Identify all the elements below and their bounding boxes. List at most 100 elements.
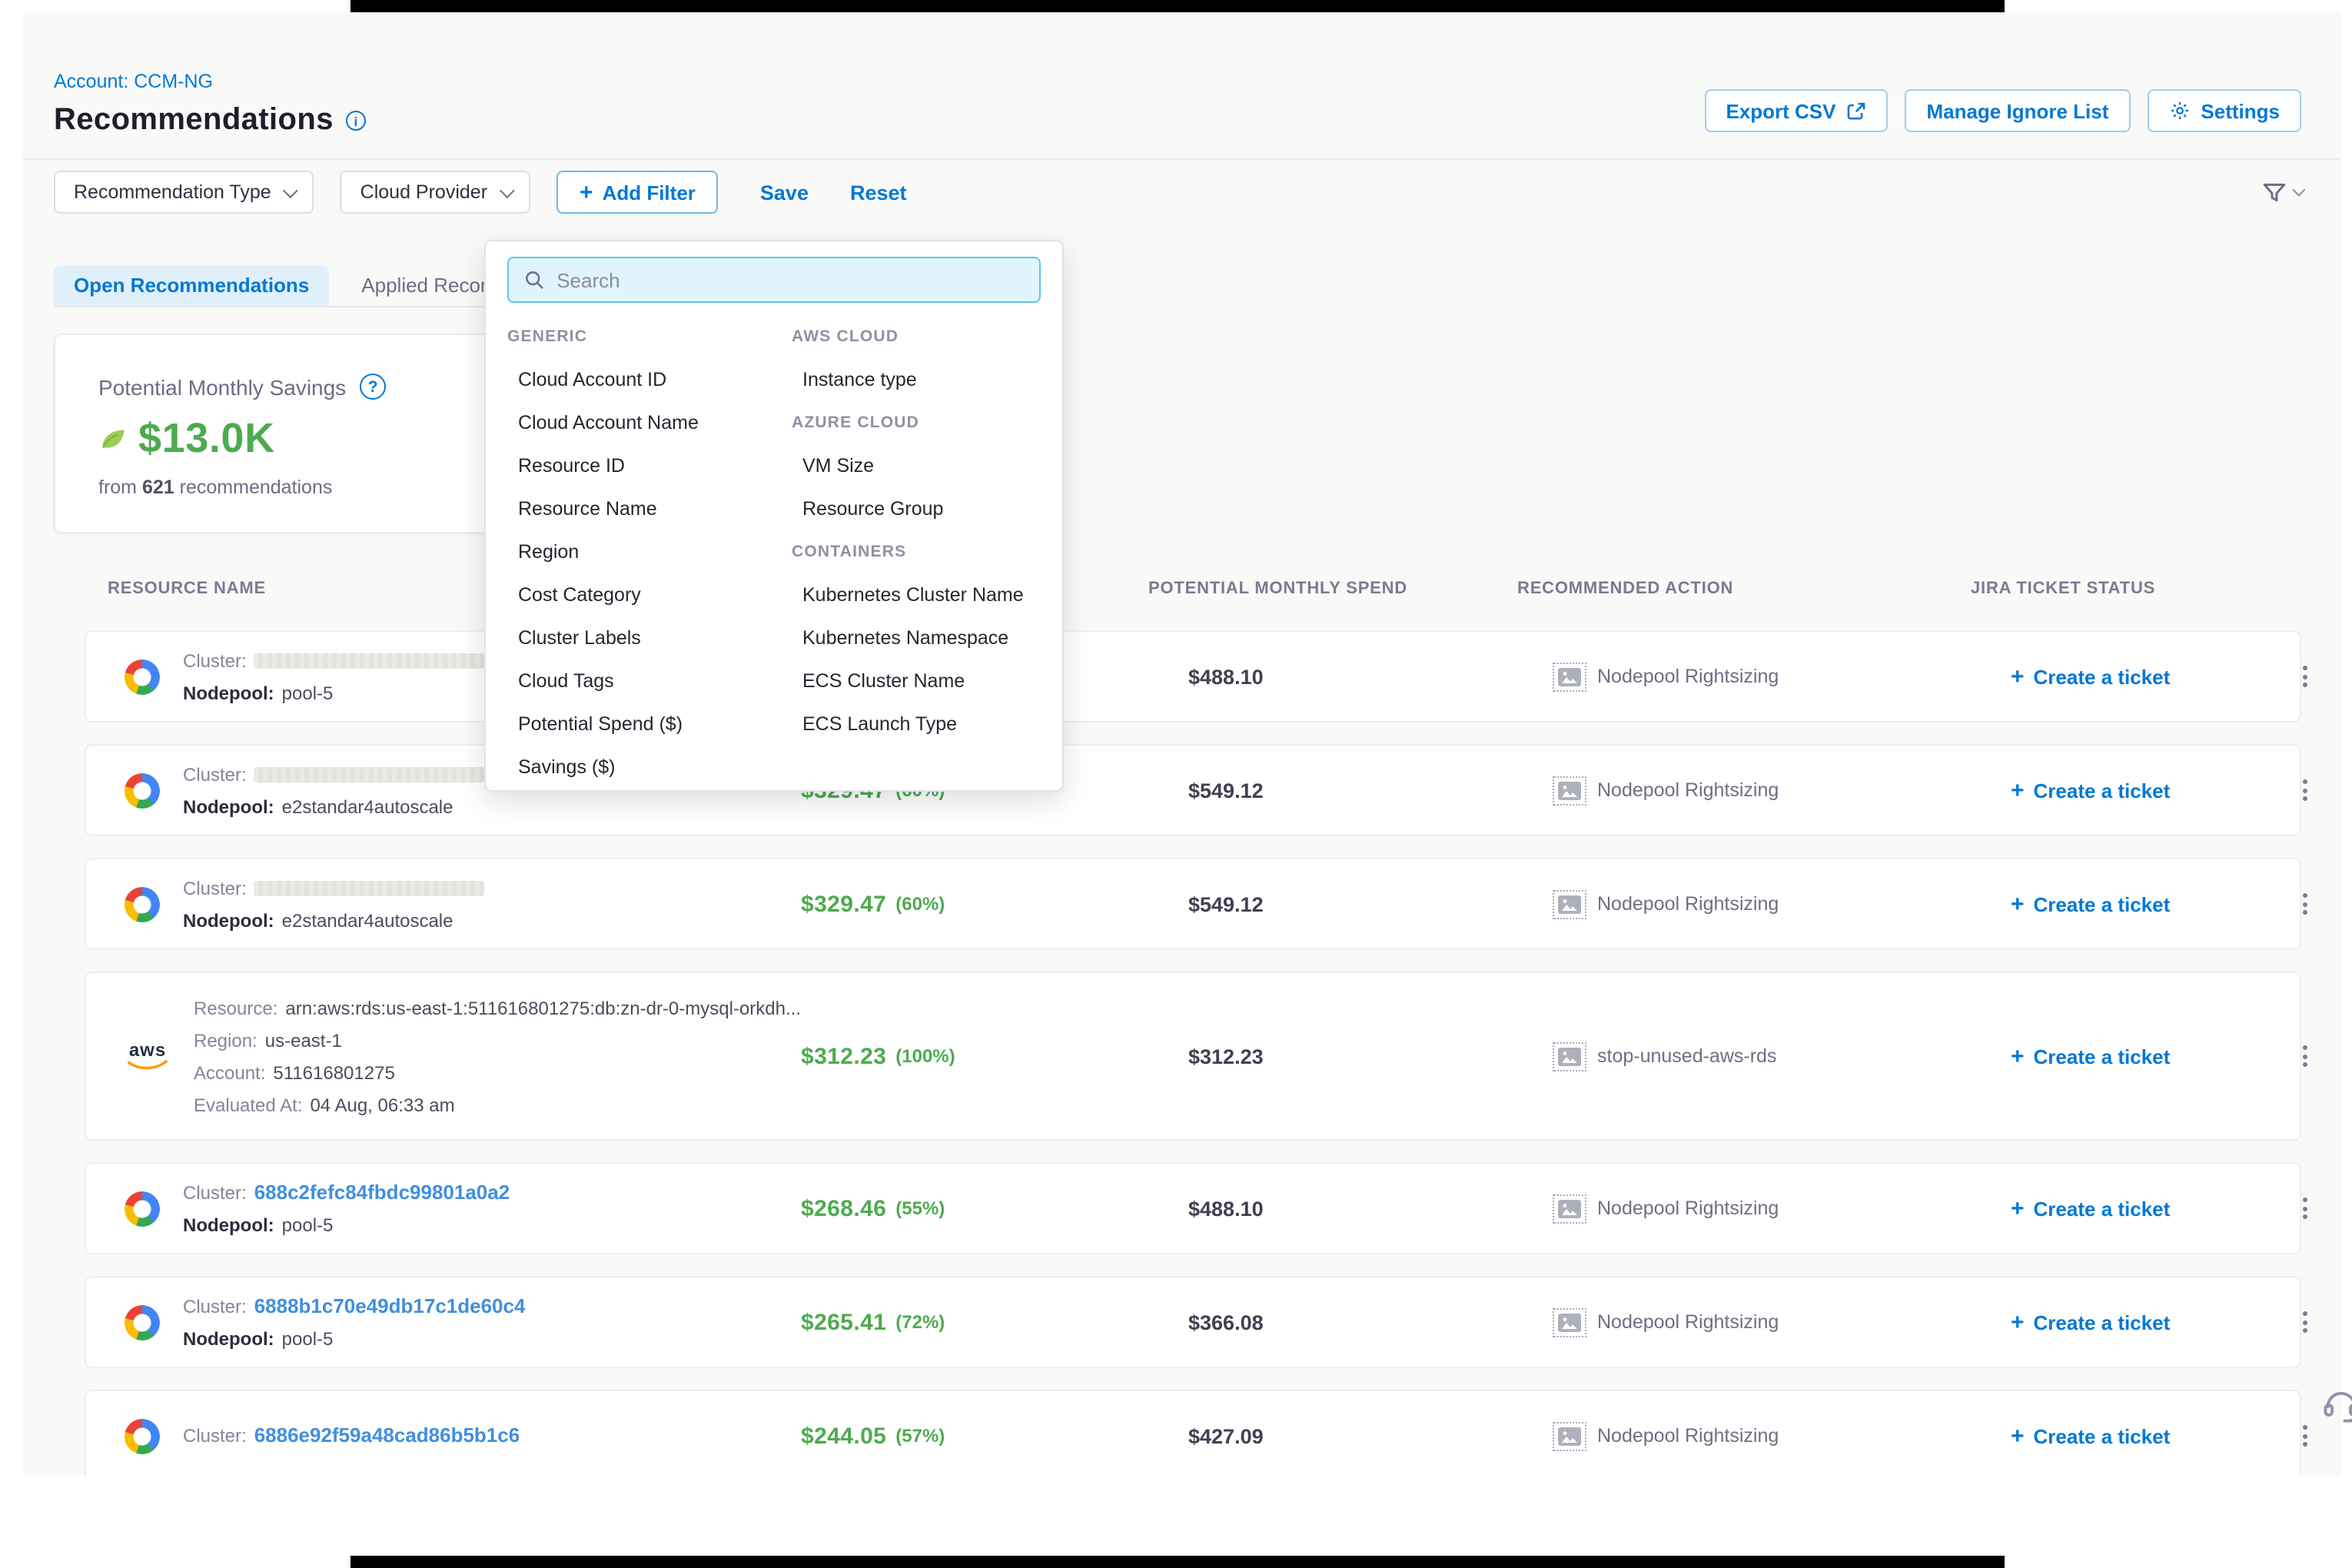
potential-monthly-spend-value: $549.12	[1188, 892, 1557, 915]
resource-line-value: 511616801275	[273, 1061, 394, 1083]
row-kebab-menu[interactable]	[2297, 1191, 2314, 1225]
create-ticket-label: Create a ticket	[2034, 1197, 2171, 1220]
monthly-savings-value: $268.46	[801, 1195, 886, 1221]
filter-option[interactable]: Resource Name	[507, 498, 657, 520]
recommendations-page: Account: CCM-NG Recommendations Export C…	[23, 12, 2341, 1476]
info-icon[interactable]	[346, 111, 366, 131]
row-kebab-menu[interactable]	[2297, 659, 2314, 693]
help-icon[interactable]	[360, 374, 386, 400]
table-row: awsResource:arn:aws:rds:us-east-1:511616…	[85, 972, 2301, 1141]
export-csv-button[interactable]: Export CSV	[1704, 89, 1888, 132]
create-ticket-button[interactable]: +Create a ticket	[2011, 777, 2297, 803]
create-ticket-button[interactable]: +Create a ticket	[2011, 663, 2297, 689]
plus-icon: +	[2011, 891, 2025, 917]
resource-line-label: Evaluated At:	[194, 1094, 302, 1115]
savings-card-title: Potential Monthly Savings	[98, 374, 346, 399]
row-kebab-menu[interactable]	[2297, 1305, 2314, 1339]
tab-open-recommendations[interactable]: Open Recommendations	[54, 266, 329, 306]
create-ticket-button[interactable]: +Create a ticket	[2011, 891, 2297, 917]
redacted-cluster-name	[254, 766, 485, 782]
cluster-link[interactable]: 6888b1c70e49db17c1de60c4	[254, 1295, 526, 1317]
create-ticket-button[interactable]: +Create a ticket	[2011, 1423, 2297, 1449]
row-kebab-menu[interactable]	[2297, 887, 2314, 921]
recommendation-image-icon	[1557, 1046, 1582, 1066]
gcp-icon	[125, 1304, 160, 1340]
reset-button[interactable]: Reset	[850, 181, 907, 204]
table-row: Cluster:688c2fefc84fbdc99801a0a2Nodepool…	[85, 1162, 2301, 1254]
dropdown-search[interactable]	[507, 257, 1041, 303]
filter-option[interactable]: Cloud Tags	[507, 670, 614, 692]
resource-line-label: Nodepool:	[183, 909, 274, 931]
save-button[interactable]: Save	[760, 181, 809, 204]
external-link-icon	[1846, 101, 1866, 121]
filter-option[interactable]: Kubernetes Cluster Name	[792, 584, 1024, 606]
create-ticket-button[interactable]: +Create a ticket	[2011, 1309, 2297, 1335]
recommended-action-label: Nodepool Rightsizing	[1597, 1425, 1779, 1447]
cluster-link[interactable]: 6886e92f59a48cad86b5b1c6	[254, 1425, 520, 1447]
filter-option[interactable]: ECS Cluster Name	[792, 670, 965, 692]
table-row: Cluster:Nodepool:pool-5$488.10Nodepool R…	[85, 630, 2301, 723]
recommendation-count: 621	[142, 477, 174, 498]
filter-chip-recommendation-type[interactable]: Recommendation Type	[54, 171, 314, 214]
support-headset-icon[interactable]	[2321, 1385, 2352, 1433]
filter-option[interactable]: Kubernetes Namespace	[792, 627, 1008, 649]
filter-option[interactable]: ECS Launch Type	[792, 713, 957, 735]
filter-option[interactable]: Instance type	[792, 369, 917, 390]
settings-button[interactable]: Settings	[2147, 89, 2301, 132]
table-row: Cluster:6886e92f59a48cad86b5b1c6$244.05(…	[85, 1390, 2301, 1476]
create-ticket-button[interactable]: +Create a ticket	[2011, 1043, 2297, 1069]
create-ticket-label: Create a ticket	[2034, 779, 2171, 802]
filter-option[interactable]: Cluster Labels	[507, 627, 641, 649]
potential-monthly-spend-value: $488.10	[1188, 1197, 1557, 1220]
manage-ignore-list-button[interactable]: Manage Ignore List	[1905, 89, 2130, 132]
account-breadcrumb[interactable]: Account: CCM-NG	[54, 71, 366, 92]
monthly-savings-value: $265.41	[801, 1309, 886, 1335]
add-filter-button[interactable]: + Add Filter	[556, 171, 719, 214]
resource-line-label: Cluster:	[183, 877, 247, 899]
filter-section-heading: GENERIC	[507, 327, 587, 346]
filter-option[interactable]: Resource ID	[507, 455, 625, 477]
filter-option[interactable]: VM Size	[792, 455, 874, 477]
potential-monthly-spend-value: $312.23	[1188, 1045, 1557, 1068]
filter-funnel-button[interactable]	[2261, 179, 2301, 205]
filter-dropdown-columns: GENERIC Cloud Account ID Cloud Account Nam…	[507, 315, 1041, 789]
filter-option[interactable]: Potential Spend ($)	[507, 713, 683, 735]
header-divider	[23, 158, 2341, 160]
resource-line-label: Nodepool:	[183, 1327, 274, 1349]
resource-line-label: Region:	[194, 1029, 257, 1051]
recommendation-image-icon	[1557, 666, 1582, 686]
filter-section-heading: AWS CLOUD	[792, 327, 899, 346]
create-ticket-button[interactable]: +Create a ticket	[2011, 1195, 2297, 1221]
filter-option[interactable]: Cloud Account ID	[507, 369, 666, 390]
resource-line-label: Account:	[194, 1061, 265, 1083]
gcp-icon	[125, 659, 160, 694]
chevron-down-icon	[284, 182, 299, 198]
cluster-link[interactable]: 688c2fefc84fbdc99801a0a2	[254, 1181, 510, 1203]
resource-line-value: arn:aws:rds:us-east-1:511616801275:db:zn…	[285, 997, 801, 1018]
settings-label: Settings	[2201, 99, 2280, 122]
create-ticket-label: Create a ticket	[2034, 665, 2171, 688]
recommendation-image-icon	[1557, 780, 1582, 800]
row-kebab-menu[interactable]	[2297, 1419, 2314, 1453]
resource-line-label: Nodepool:	[183, 1214, 274, 1235]
recommendation-image-icon	[1557, 1312, 1582, 1332]
filter-option[interactable]: Region	[507, 541, 579, 563]
filter-option[interactable]: Cost Category	[507, 584, 641, 606]
export-csv-label: Export CSV	[1726, 99, 1835, 122]
column-jira-ticket-status: JIRA TICKET STATUS	[1971, 580, 2257, 598]
filter-chip-cloud-provider[interactable]: Cloud Provider	[341, 171, 530, 214]
filter-option[interactable]: Cloud Account Name	[507, 412, 699, 434]
filter-option[interactable]: Savings ($)	[507, 756, 615, 778]
leaf-icon	[98, 426, 128, 452]
recommended-action-label: Nodepool Rightsizing	[1597, 666, 1779, 687]
column-potential-monthly-spend: POTENTIAL MONTHLY SPEND	[1148, 580, 1517, 598]
search-input[interactable]	[556, 268, 1024, 291]
letterbox-bar-top	[350, 0, 2005, 12]
potential-monthly-spend-value: $366.08	[1188, 1311, 1557, 1334]
filter-option[interactable]: Resource Group	[792, 498, 943, 520]
monthly-savings-percent: (57%)	[895, 1425, 945, 1447]
row-kebab-menu[interactable]	[2297, 773, 2314, 807]
row-kebab-menu[interactable]	[2297, 1039, 2314, 1073]
resource-line-value: e2standar4autoscale	[282, 796, 453, 817]
plus-icon: +	[2011, 1423, 2025, 1449]
